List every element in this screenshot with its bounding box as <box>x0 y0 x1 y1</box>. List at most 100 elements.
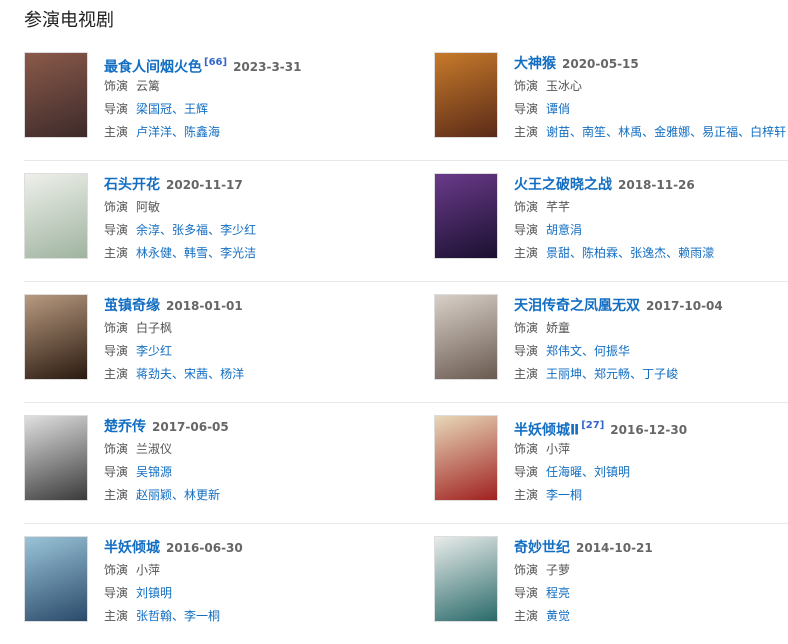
reference-link[interactable]: [27] <box>581 420 604 431</box>
drama-info: 火王之破晓之战 2018-11-26 饰演 芊芊 导演 胡意涓 主演 景甜、陈柏霖、张逸杰、赖… <box>514 173 788 264</box>
starring-link[interactable]: 赖雨濛 <box>678 246 714 260</box>
director-link[interactable]: 胡意涓 <box>546 223 582 237</box>
director-line: 导演 任海曜、刘镇明 <box>514 461 788 483</box>
starring-link[interactable]: 黄觉 <box>546 609 570 623</box>
starring-link[interactable]: 白梓轩 <box>750 125 786 139</box>
drama-entry: 楚乔传 2017-06-05 饰演 兰淑仪 导演 吴锦源 主演 赵丽颖、林更新 <box>24 415 434 503</box>
starring-link[interactable]: 郑元畅 <box>594 367 630 381</box>
director-link[interactable]: 梁国冠 <box>136 102 172 116</box>
starring-link[interactable]: 丁子峻 <box>642 367 678 381</box>
director-link[interactable]: 郑伟文 <box>546 344 582 358</box>
drama-poster[interactable] <box>24 536 88 622</box>
starring-link[interactable]: 张哲翰 <box>136 609 172 623</box>
starring-link[interactable]: 张逸杰 <box>630 246 666 260</box>
separator: 、 <box>172 367 185 381</box>
starring-link[interactable]: 林永健 <box>136 246 172 260</box>
drama-title-link[interactable]: 火王之破晓之战 <box>514 177 612 193</box>
starring-link[interactable]: 陈柏霖 <box>582 246 618 260</box>
starring-link[interactable]: 韩雪 <box>184 246 208 260</box>
starring-link[interactable]: 卢洋洋 <box>136 125 172 139</box>
air-date: 2018-01-01 <box>166 299 243 313</box>
director-label: 导演 <box>514 223 539 237</box>
reference-link[interactable]: [66] <box>204 57 227 68</box>
drama-title-link[interactable]: 奇妙世纪 <box>514 540 570 556</box>
director-label: 导演 <box>514 102 539 116</box>
air-date: 2017-10-04 <box>646 299 723 313</box>
drama-title-link[interactable]: 半妖倾城Ⅱ <box>514 422 579 438</box>
title-line: 半妖倾城Ⅱ [27] 2016-12-30 <box>514 415 788 438</box>
starring-link[interactable]: 李一桐 <box>184 609 220 623</box>
separator: 、 <box>618 246 631 260</box>
director-line: 导演 吴锦源 <box>104 461 434 483</box>
role-label: 饰演 <box>514 563 539 577</box>
separator: 、 <box>582 465 595 479</box>
starring-link[interactable]: 李光洁 <box>220 246 256 260</box>
section-title: 参演电视剧 <box>24 10 114 31</box>
drama-title-link[interactable]: 半妖倾城 <box>104 540 160 556</box>
drama-poster[interactable] <box>24 415 88 501</box>
drama-poster[interactable] <box>24 52 88 138</box>
drama-title-link[interactable]: 大神猴 <box>514 56 556 72</box>
starring-link[interactable]: 林禹 <box>618 125 642 139</box>
drama-info: 最食人间烟火色 [66] 2023-3-31 饰演 云篱 导演 梁国冠、王辉 主演 卢洋洋、陈鑫… <box>104 52 434 143</box>
drama-title-link[interactable]: 天泪传奇之凤凰无双 <box>514 298 640 314</box>
role-line: 饰演 子萝 <box>514 559 788 581</box>
drama-title-link[interactable]: 石头开花 <box>104 177 160 193</box>
director-link[interactable]: 李少红 <box>220 223 256 237</box>
director-link[interactable]: 谭俏 <box>546 102 570 116</box>
separator: 、 <box>172 102 185 116</box>
drama-title-link[interactable]: 茧镇奇缘 <box>104 298 160 314</box>
director-link[interactable]: 余淳 <box>136 223 160 237</box>
starring-link[interactable]: 宋茜 <box>184 367 208 381</box>
drama-entry: 火王之破晓之战 2018-11-26 饰演 芊芊 导演 胡意涓 主演 景甜、陈柏霖、张逸杰、赖… <box>434 173 788 261</box>
director-link[interactable]: 程亮 <box>546 586 570 600</box>
starring-link[interactable]: 金雅娜 <box>654 125 690 139</box>
drama-title-link[interactable]: 最食人间烟火色 <box>104 59 202 75</box>
starring-link[interactable]: 陈鑫海 <box>184 125 220 139</box>
drama-poster[interactable] <box>434 536 498 622</box>
starring-link[interactable]: 杨洋 <box>220 367 244 381</box>
drama-poster[interactable] <box>434 415 498 501</box>
starring-link[interactable]: 赵丽颖 <box>136 488 172 502</box>
role-label: 饰演 <box>104 200 129 214</box>
starring-link[interactable]: 谢苗 <box>546 125 570 139</box>
director-label: 导演 <box>104 344 129 358</box>
drama-poster[interactable] <box>24 294 88 380</box>
drama-info: 楚乔传 2017-06-05 饰演 兰淑仪 导演 吴锦源 主演 赵丽颖、林更新 <box>104 415 434 506</box>
starring-link[interactable]: 易正福 <box>702 125 738 139</box>
starring-label: 主演 <box>104 367 129 381</box>
director-link[interactable]: 李少红 <box>136 344 172 358</box>
starring-link[interactable]: 王丽坤 <box>546 367 582 381</box>
drama-poster[interactable] <box>434 294 498 380</box>
separator: 、 <box>666 246 679 260</box>
drama-poster[interactable] <box>24 173 88 259</box>
role-name: 兰淑仪 <box>136 442 173 456</box>
role-label: 饰演 <box>104 563 129 577</box>
director-link[interactable]: 任海曜 <box>546 465 582 479</box>
director-link[interactable]: 刘镇明 <box>594 465 630 479</box>
drama-info: 奇妙世纪 2014-10-21 饰演 子萝 导演 程亮 主演 黄觉 <box>514 536 788 627</box>
drama-entry: 奇妙世纪 2014-10-21 饰演 子萝 导演 程亮 主演 黄觉 <box>434 536 788 624</box>
director-link[interactable]: 吴锦源 <box>136 465 172 479</box>
role-name: 子萝 <box>546 563 571 577</box>
role-line: 饰演 娇童 <box>514 317 788 339</box>
separator: 、 <box>208 367 221 381</box>
starring-link[interactable]: 景甜 <box>546 246 570 260</box>
drama-title-link[interactable]: 楚乔传 <box>104 419 146 435</box>
drama-poster[interactable] <box>434 173 498 259</box>
director-link[interactable]: 王辉 <box>184 102 208 116</box>
separator: 、 <box>160 223 173 237</box>
starring-link[interactable]: 李一桐 <box>546 488 582 502</box>
separator: 、 <box>582 344 595 358</box>
director-link[interactable]: 刘镇明 <box>136 586 172 600</box>
drama-poster[interactable] <box>434 52 498 138</box>
role-line: 饰演 芊芊 <box>514 196 788 218</box>
director-line: 导演 梁国冠、王辉 <box>104 98 434 120</box>
starring-link[interactable]: 蒋劲夫 <box>136 367 172 381</box>
starring-link[interactable]: 林更新 <box>184 488 220 502</box>
starring-link[interactable]: 南笙 <box>582 125 606 139</box>
director-link[interactable]: 张多福 <box>172 223 208 237</box>
starring-label: 主演 <box>104 246 129 260</box>
director-label: 导演 <box>104 586 129 600</box>
director-link[interactable]: 何振华 <box>594 344 630 358</box>
